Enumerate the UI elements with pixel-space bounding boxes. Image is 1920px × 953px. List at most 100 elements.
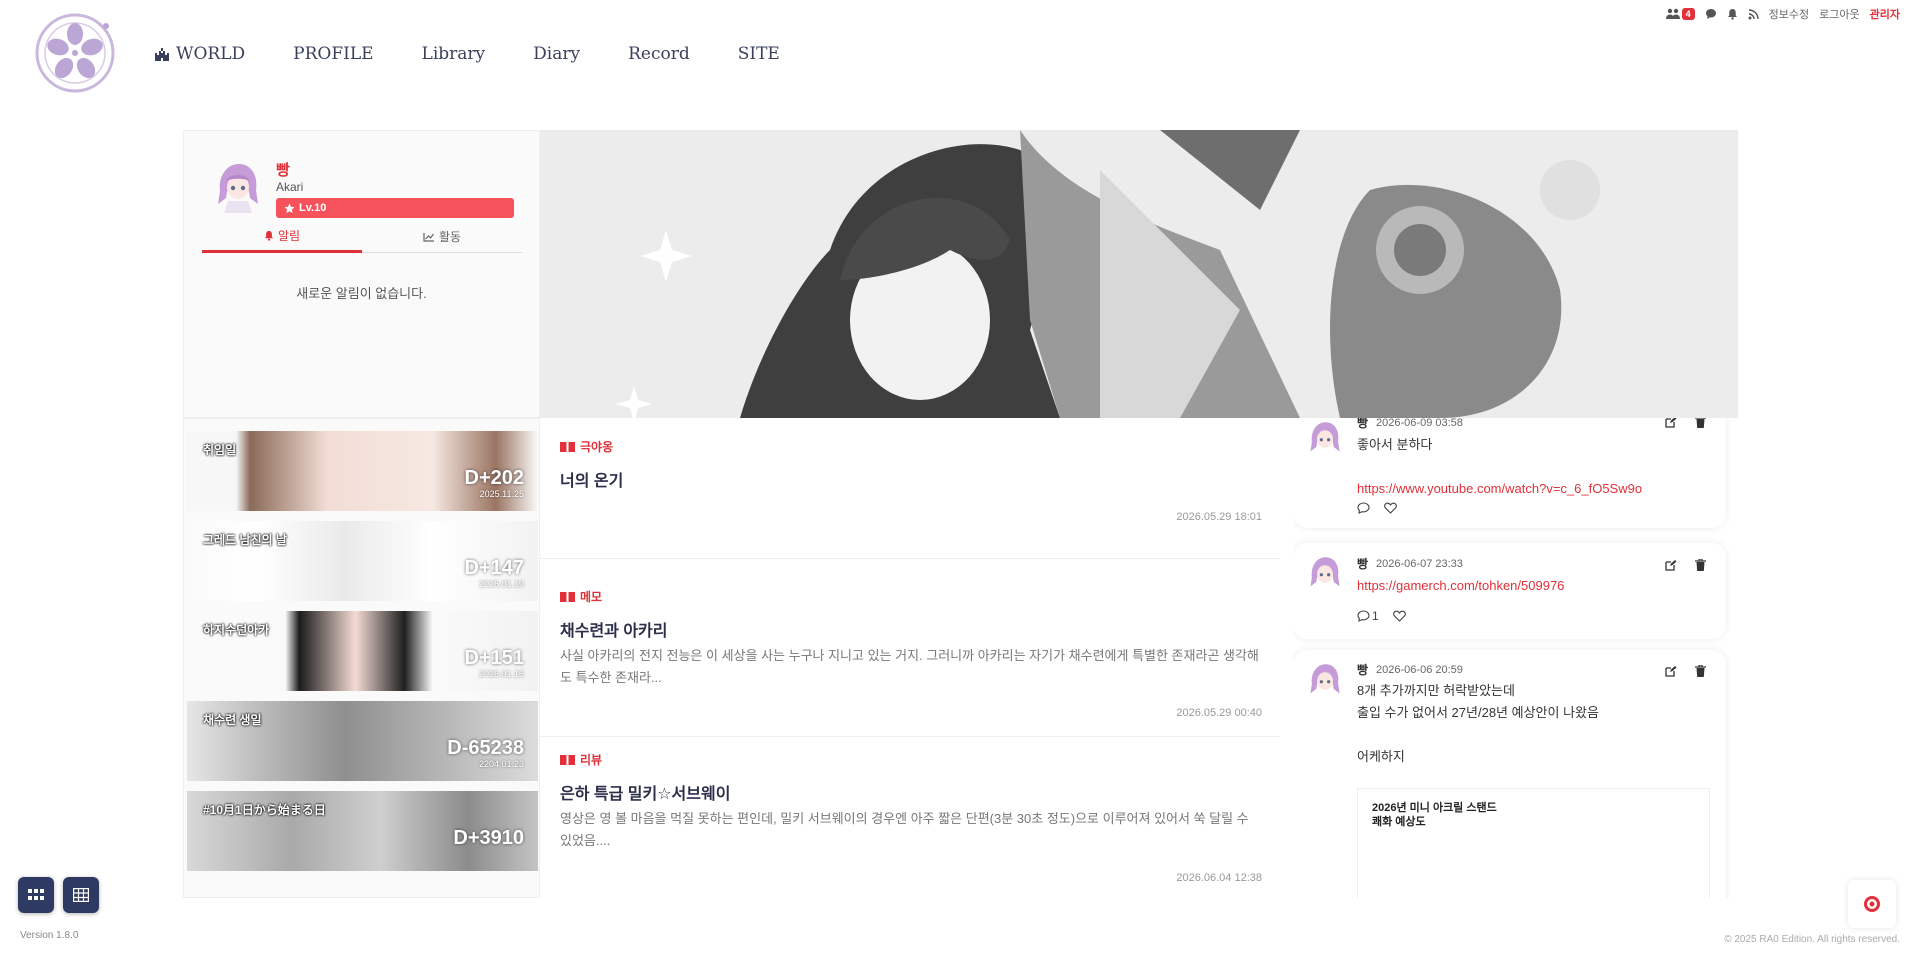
nav-profile[interactable]: PROFILE [293, 44, 373, 64]
grid-menu-button[interactable] [18, 877, 54, 913]
bell-icon[interactable] [1727, 8, 1738, 20]
card-author: 빵 [1357, 663, 1369, 677]
comment-icon [1357, 610, 1370, 622]
card-link[interactable]: https://www.youtube.com/watch?v=c_6_fO5S… [1357, 478, 1706, 500]
post-date: 2026.05.29 00:40 [1176, 707, 1262, 719]
edit-icon[interactable] [1665, 418, 1677, 428]
dday-title: 취임일 [203, 443, 237, 457]
post-category: 리뷰 [560, 751, 1260, 768]
dday-count: D-65238 [447, 737, 524, 759]
members-icon[interactable]: 4 [1665, 8, 1695, 20]
dday-count: D+151 [464, 647, 525, 669]
post-date: 2026.05.29 18:01 [1176, 511, 1262, 523]
comment-button[interactable]: 1 [1357, 609, 1379, 623]
book-icon [560, 442, 575, 452]
tab-activity[interactable]: 활동 [362, 223, 522, 252]
post-category: 메모 [560, 588, 1260, 605]
profile-subtitle: Akari [276, 180, 304, 194]
card-author: 빵 [1357, 557, 1369, 571]
feed-card: 빵 2026-06-09 03:58 좋아서 분하다 https://www.y… [1293, 418, 1726, 528]
card-link[interactable]: https://gamerch.com/tohken/509976 [1357, 575, 1706, 597]
target-icon [1864, 896, 1880, 912]
post-title[interactable]: 채수련과 아카리 [560, 617, 1260, 641]
card-time: 2026-06-07 23:33 [1376, 557, 1463, 570]
level-label: Lv.10 [299, 202, 327, 214]
dday-item[interactable]: 채수련 생일 D-65238 2204.01.23 [187, 701, 538, 781]
rss-icon[interactable] [1748, 8, 1759, 20]
heart-icon[interactable] [1384, 502, 1397, 514]
card-attached-image[interactable]: 2026년 미니 아크릴 스탠드 쾌화 예상도 [1357, 788, 1710, 898]
edit-icon[interactable] [1665, 559, 1677, 571]
edit-icon[interactable] [1665, 665, 1677, 677]
bell-icon [264, 230, 274, 241]
dday-item[interactable]: #10月1日から始まる日 D+3910 [187, 791, 538, 871]
avatar[interactable] [216, 161, 260, 213]
nav-site[interactable]: SITE [738, 44, 780, 64]
nav-record[interactable]: Record [628, 44, 690, 64]
grid-icon [28, 889, 44, 900]
table-menu-button[interactable] [63, 877, 99, 913]
dday-title: 그레드 남친의 날 [203, 533, 287, 547]
chat-icon[interactable] [1705, 8, 1717, 20]
dday-count: D+147 [464, 557, 525, 579]
dday-item[interactable]: 하지수던아카 D+151 2026.01.15 [187, 611, 538, 691]
chart-line-icon [423, 232, 434, 242]
activity-feed: 빵 2026-06-09 03:58 좋아서 분하다 https://www.y… [1293, 418, 1738, 898]
site-logo[interactable] [34, 12, 116, 94]
level-badge: Lv.10 [276, 198, 514, 218]
post-item[interactable]: 메모 채수련과 아카리 사실 아카리의 전지 전능은 이 세상을 사는 누구나 … [540, 588, 1280, 689]
card-header: 빵 2026-06-07 23:33 [1357, 555, 1463, 572]
dday-count: D+3910 [453, 827, 524, 849]
floating-action-button[interactable] [1848, 880, 1896, 928]
version-label: Version 1.8.0 [20, 930, 79, 941]
avatar[interactable] [1309, 555, 1341, 593]
dday-title: 채수련 생일 [203, 713, 262, 727]
logout-link[interactable]: 로그아웃 [1819, 6, 1859, 22]
trash-icon[interactable] [1695, 418, 1706, 428]
card-body: 8개 추가까지만 허락받았는데 출입 수가 없어서 27년/28년 예상안이 나… [1357, 680, 1706, 768]
post-title[interactable]: 너의 온기 [560, 467, 1260, 491]
card-time: 2026-06-06 20:59 [1376, 663, 1463, 676]
edit-info-link[interactable]: 정보수정 [1769, 6, 1809, 22]
tab-alerts[interactable]: 알림 [202, 223, 362, 253]
dday-date: 2026.01.19 [478, 579, 524, 589]
trash-icon[interactable] [1695, 559, 1706, 571]
dday-list: 취임일 D+202 2025.11.25 그레드 남친의 날 D+147 202… [183, 418, 540, 898]
feed-card: 빵 2026-06-06 20:59 8개 추가까지만 허락받았는데 출입 수가… [1293, 650, 1726, 898]
card-actions [1665, 418, 1706, 428]
image-title-line: 쾌화 예상도 [1372, 816, 1426, 828]
member-count-badge: 4 [1681, 8, 1695, 20]
card-text-line: 8개 추가까지만 허락받았는데 [1357, 683, 1515, 698]
avatar[interactable] [1309, 662, 1341, 700]
profile-name: 빵 [276, 162, 290, 179]
dday-date: 2026.01.15 [478, 669, 524, 679]
comment-icon[interactable] [1357, 502, 1370, 514]
top-utility-bar: 4 정보수정 로그아웃 관리자 [1665, 6, 1900, 22]
card-header: 빵 2026-06-09 03:58 [1357, 418, 1463, 431]
dday-title: 하지수던아카 [203, 623, 270, 637]
castle-icon [155, 48, 169, 61]
heart-icon[interactable] [1392, 610, 1406, 622]
card-text-line: 출입 수가 없어서 27년/28년 예상안이 나왔음 [1357, 705, 1599, 720]
post-list: 극야옹 너의 온기 2026.05.29 18:01 메모 채수련과 아카리 사… [540, 418, 1280, 898]
nav-world[interactable]: WORLD [154, 44, 245, 64]
dday-item[interactable]: 취임일 D+202 2025.11.25 [187, 431, 538, 511]
card-time: 2026-06-09 03:58 [1376, 418, 1463, 429]
nav-diary[interactable]: Diary [533, 44, 580, 64]
card-header: 빵 2026-06-06 20:59 [1357, 661, 1463, 678]
avatar[interactable] [1309, 420, 1341, 458]
dday-item[interactable]: 그레드 남친의 날 D+147 2026.01.19 [187, 521, 538, 601]
card-actions [1665, 559, 1706, 571]
post-item[interactable]: 리뷰 은하 특급 밀키☆서브웨이 영상은 영 볼 마음을 먹질 못하는 편인데,… [540, 751, 1280, 852]
comment-count: 1 [1372, 609, 1379, 623]
table-icon [73, 888, 89, 902]
profile-card: 빵 Akari Lv.10 알림 활동 새로운 알림이 없습니다. [183, 130, 540, 418]
post-date: 2026.06.04 12:38 [1176, 872, 1262, 884]
nav-library[interactable]: Library [422, 44, 486, 64]
post-item[interactable]: 극야옹 너의 온기 [540, 438, 1280, 491]
admin-link[interactable]: 관리자 [1870, 6, 1900, 22]
tab-alerts-label: 알림 [277, 229, 301, 243]
post-excerpt: 사실 아카리의 전지 전능은 이 세상을 사는 누구나 지니고 있는 거지. 그… [560, 648, 1259, 685]
trash-icon[interactable] [1695, 665, 1706, 677]
post-title[interactable]: 은하 특급 밀키☆서브웨이 [560, 780, 1260, 804]
